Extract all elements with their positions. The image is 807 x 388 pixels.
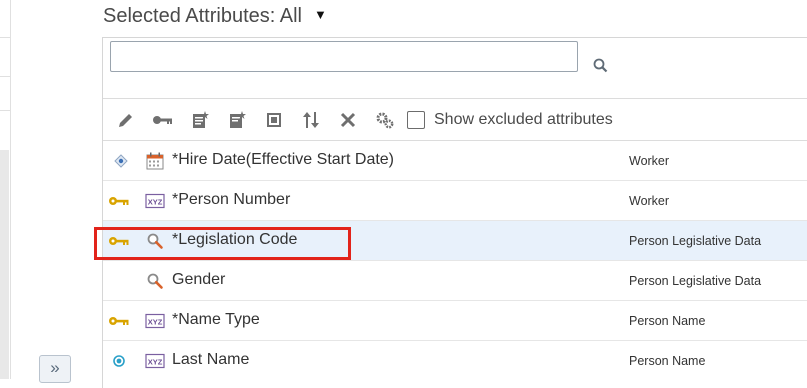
effective-date-icon — [114, 154, 128, 168]
show-excluded-label: Show excluded attributes — [434, 111, 613, 128]
left-panel-scrollbar[interactable] — [0, 150, 9, 379]
attribute-name: Gender — [172, 271, 226, 288]
selected-attributes-title: Selected Attributes: All — [103, 5, 303, 27]
attribute-object: Person Name — [629, 354, 706, 368]
attribute-row[interactable]: XYZ *Name Type Person Name — [103, 301, 807, 341]
group-icon[interactable] — [263, 109, 285, 131]
left-panel-divider — [0, 110, 10, 111]
attribute-object: Person Name — [629, 314, 706, 328]
attribute-name: *Name Type — [172, 311, 260, 328]
attribute-object: Person Legislative Data — [629, 274, 762, 288]
attribute-row[interactable]: *Hire Date(Effective Start Date) Worker — [103, 141, 807, 181]
divider — [103, 98, 807, 99]
edit-icon[interactable] — [115, 109, 137, 131]
attribute-name: *Person Number — [172, 191, 291, 208]
radio-icon — [113, 355, 125, 367]
svg-text:XYZ: XYZ — [148, 198, 163, 207]
attribute-name: Last Name — [172, 351, 250, 368]
svg-text:XYZ: XYZ — [148, 318, 163, 327]
attribute-name: *Hire Date(Effective Start Date) — [172, 151, 395, 168]
new-attribute-icon[interactable] — [189, 109, 211, 131]
attribute-object: Person Legislative Data — [629, 234, 762, 248]
attribute-object: Worker — [629, 194, 670, 208]
key-icon — [109, 197, 129, 205]
text-type-icon: XYZ — [145, 353, 165, 369]
left-panel — [0, 0, 11, 379]
search-input[interactable] — [110, 41, 578, 72]
text-type-icon: XYZ — [145, 313, 165, 329]
sort-icon[interactable] — [300, 109, 322, 131]
left-panel-divider — [0, 76, 10, 77]
page-title[interactable]: Selected Attributes: All ▼ — [103, 5, 327, 28]
key-icon[interactable] — [152, 109, 174, 131]
left-panel-divider — [0, 37, 10, 38]
search-icon[interactable] — [592, 57, 610, 75]
settings-gears-icon[interactable] — [374, 109, 396, 131]
calendar-icon — [146, 152, 164, 170]
attribute-row[interactable]: XYZ *Person Number Worker — [103, 181, 807, 221]
delete-icon[interactable] — [337, 109, 359, 131]
text-type-icon: XYZ — [145, 193, 165, 209]
attribute-row[interactable]: XYZ Last Name Person Name — [103, 341, 807, 381]
new-derived-attribute-icon[interactable] — [226, 109, 248, 131]
svg-text:XYZ: XYZ — [148, 358, 163, 367]
lookup-icon — [147, 273, 163, 289]
key-icon — [109, 317, 129, 325]
toolbar: Show excluded attributes — [115, 108, 613, 132]
attribute-object: Worker — [629, 154, 670, 168]
dropdown-caret-icon[interactable]: ▼ — [314, 7, 327, 22]
show-excluded-checkbox[interactable] — [407, 111, 425, 129]
attribute-row[interactable]: Gender Person Legislative Data — [103, 261, 807, 301]
highlight-annotation — [94, 227, 351, 260]
